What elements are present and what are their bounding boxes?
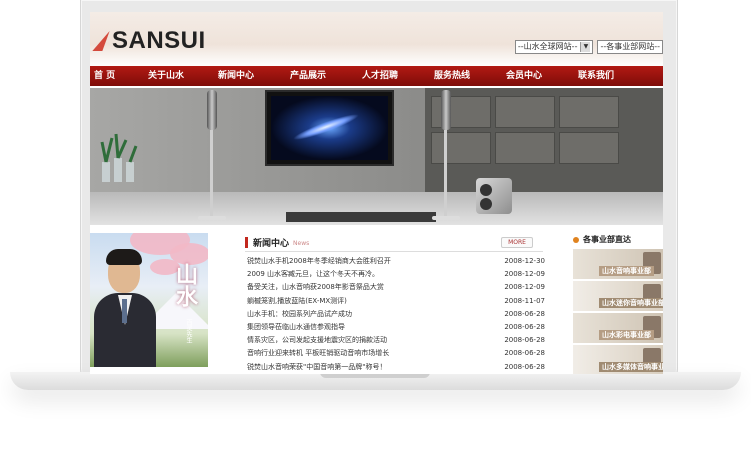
browser-viewport: SANSUI --山水全球网站-- ▼ --各事业部网站-- 首 页 关于山水 … bbox=[90, 12, 663, 374]
spokesperson-image[interactable]: 山水 百灵先生 bbox=[90, 233, 208, 367]
news-section: 新闻中心 News MORE 锐焚山水手机2008年冬季经销商大会胜利召开 200… bbox=[215, 233, 545, 374]
tv-cabinet bbox=[286, 212, 436, 222]
speaker-left-stand bbox=[198, 216, 226, 220]
divisions-header: 各事业部直达 bbox=[573, 233, 663, 247]
global-sites-select-value: --山水全球网站-- bbox=[517, 42, 578, 51]
logo-mark-icon bbox=[92, 31, 110, 51]
site-selectors: --山水全球网站-- ▼ --各事业部网站-- bbox=[514, 40, 663, 54]
news-item-title: 集团领导莅临山水通信参观指导 bbox=[247, 322, 345, 331]
plant-icon bbox=[100, 133, 138, 182]
subwoofer-icon bbox=[476, 178, 512, 214]
news-item[interactable]: 2009 山水客臧元旦，让这个冬天不再冷。 2008-12-09 bbox=[247, 268, 545, 281]
news-item-date: 2008-06-28 bbox=[504, 309, 545, 318]
news-item[interactable]: 情系灾区，公司发起支援地震灾区的捐款活动 2008-06-28 bbox=[247, 334, 545, 347]
nav-news[interactable]: 新闻中心 bbox=[214, 66, 286, 86]
division-link-mini-audio[interactable]: 山水迷你音响事业部 bbox=[573, 280, 663, 311]
nav-service[interactable]: 服务热线 bbox=[430, 66, 502, 86]
speaker-left-icon bbox=[207, 90, 217, 130]
division-label: 山水音响事业部 bbox=[599, 266, 654, 276]
news-item[interactable]: 备受关注，山水音响获2008年影音祭品大赏 2008-12-09 bbox=[247, 281, 545, 294]
speaker-right-stand bbox=[432, 216, 460, 220]
hero-banner[interactable] bbox=[90, 88, 663, 225]
speaker-right-icon bbox=[441, 90, 451, 130]
dropdown-arrow-icon: ▼ bbox=[580, 42, 591, 52]
speaker-right-pole bbox=[444, 130, 447, 216]
news-item-date: 2008-06-28 bbox=[504, 362, 545, 371]
speaker-left-pole bbox=[210, 130, 213, 216]
news-item-date: 2008-12-30 bbox=[504, 257, 545, 265]
nav-products[interactable]: 产品展示 bbox=[286, 66, 358, 86]
nav-about[interactable]: 关于山水 bbox=[144, 66, 214, 86]
calligraphy-text: 山水 bbox=[172, 263, 198, 307]
television-icon bbox=[265, 90, 394, 166]
news-item-date: 2008-12-09 bbox=[504, 270, 545, 279]
news-item-date: 2008-06-28 bbox=[504, 322, 545, 331]
nav-home[interactable]: 首 页 bbox=[90, 66, 144, 86]
global-sites-select[interactable]: --山水全球网站-- ▼ bbox=[514, 40, 594, 54]
division-sites-select-value: --各事业部网站-- bbox=[600, 42, 660, 51]
banner-stone-wall bbox=[425, 88, 663, 198]
division-sites-select[interactable]: --各事业部网站-- bbox=[597, 40, 663, 54]
news-list: 锐焚山水手机2008年冬季经销商大会胜利召开 2008-12-30 2009 山水… bbox=[247, 255, 545, 374]
news-subtitle: News bbox=[293, 239, 310, 247]
bullet-icon bbox=[573, 237, 579, 243]
nav-contact[interactable]: 联系我们 bbox=[574, 66, 638, 86]
division-link-multimedia[interactable]: 山水多媒体音响事业部 bbox=[573, 344, 663, 374]
news-item-title: 山水手机：校园系列产品试产成功 bbox=[247, 309, 352, 318]
news-header: 新闻中心 News MORE bbox=[245, 233, 543, 252]
site-header: SANSUI --山水全球网站-- ▼ --各事业部网站-- bbox=[90, 12, 663, 66]
news-item[interactable]: 音响行业迎来转机 平板旺销驱动音响市场增长 2008-06-28 bbox=[247, 347, 545, 360]
news-item-title: 2009 山水客臧元旦，让这个冬天不再冷。 bbox=[247, 270, 380, 279]
news-item[interactable]: 锐焚山水音响荣获"中国音响第一品牌"称号！ 2008-06-28 bbox=[247, 361, 545, 374]
news-item[interactable]: 集团领导莅临山水通信参观指导 2008-06-28 bbox=[247, 321, 545, 334]
news-item-title: 音响行业迎来转机 平板旺销驱动音响市场增长 bbox=[247, 349, 390, 358]
news-item-title: 锐焚山水手机2008年冬季经销商大会胜利召开 bbox=[247, 257, 391, 265]
division-label: 山水多媒体音响事业部 bbox=[599, 362, 663, 372]
news-accent-bar bbox=[245, 236, 248, 248]
news-more-button[interactable]: MORE bbox=[501, 237, 533, 248]
news-item-title: 躺槭笼割,播放蓝陆(EX-MX测评) bbox=[247, 296, 347, 305]
logo-text: SANSUI bbox=[112, 27, 206, 54]
news-title: 新闻中心 bbox=[253, 238, 290, 249]
divisions-panel: 各事业部直达 山水音响事业部 山水迷你音响事业部 山水彩电事业部 山水多媒体音响… bbox=[573, 233, 663, 374]
nav-members[interactable]: 会员中心 bbox=[502, 66, 574, 86]
news-item-date: 2008-06-28 bbox=[504, 336, 545, 345]
news-item-title: 锐焚山水音响荣获"中国音响第一品牌"称号！ bbox=[247, 362, 387, 371]
news-item[interactable]: 锐焚山水手机2008年冬季经销商大会胜利召开 2008-12-30 bbox=[247, 255, 545, 268]
news-item-title: 备受关注，山水音响获2008年影音祭品大赏 bbox=[247, 283, 384, 292]
news-item-date: 2008-11-07 bbox=[504, 296, 545, 305]
divisions-title: 各事业部直达 bbox=[583, 235, 631, 244]
news-item[interactable]: 躺槭笼割,播放蓝陆(EX-MX测评) 2008-11-07 bbox=[247, 295, 545, 308]
division-label: 山水彩电事业部 bbox=[599, 330, 654, 340]
news-item-date: 2008-12-09 bbox=[504, 283, 545, 292]
division-link-tv[interactable]: 山水彩电事业部 bbox=[573, 312, 663, 343]
calligraphy-small-text: 百灵先生 bbox=[185, 319, 192, 343]
main-nav: 首 页 关于山水 新闻中心 产品展示 人才招聘 服务热线 会员中心 联系我们 bbox=[90, 66, 663, 86]
division-label: 山水迷你音响事业部 bbox=[599, 298, 663, 308]
news-item-title: 情系灾区，公司发起支援地震灾区的捐款活动 bbox=[247, 336, 387, 345]
nav-careers[interactable]: 人才招聘 bbox=[358, 66, 430, 86]
sansui-logo[interactable]: SANSUI bbox=[92, 26, 206, 56]
news-item[interactable]: 山水手机：校园系列产品试产成功 2008-06-28 bbox=[247, 308, 545, 321]
division-link-audio[interactable]: 山水音响事业部 bbox=[573, 248, 663, 279]
news-item-date: 2008-06-28 bbox=[504, 349, 545, 358]
